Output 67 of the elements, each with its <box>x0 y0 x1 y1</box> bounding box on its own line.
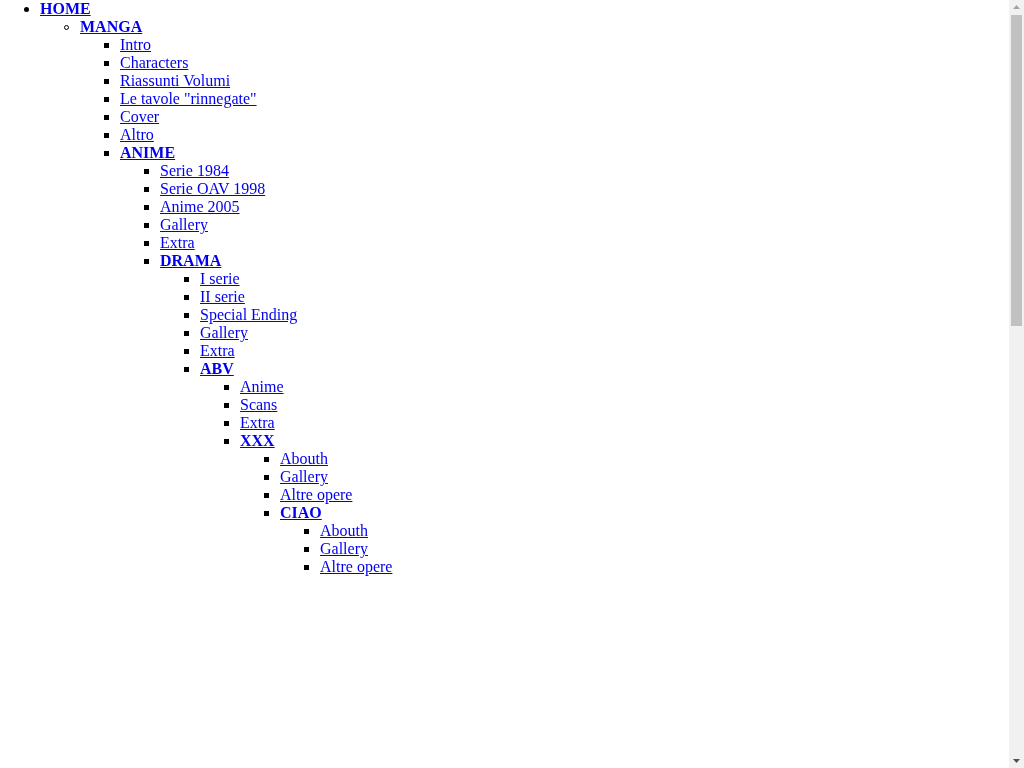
nav-link[interactable]: Extra <box>160 234 195 252</box>
square-bullet-icon <box>224 402 229 408</box>
square-bullet-icon <box>184 366 189 372</box>
nav-link[interactable]: CIAO <box>280 504 322 522</box>
square-bullet-icon <box>264 474 269 480</box>
square-bullet-icon <box>264 510 269 516</box>
nav-link[interactable]: Gallery <box>200 324 248 342</box>
square-bullet-icon <box>224 420 229 426</box>
nav-link[interactable]: Altre opere <box>320 558 393 576</box>
square-bullet-icon <box>144 186 149 192</box>
nav-link[interactable]: Gallery <box>280 468 328 486</box>
nav-link[interactable]: Scans <box>240 396 278 414</box>
scroll-up-icon[interactable] <box>1013 5 1020 9</box>
nav-link[interactable]: XXX <box>240 432 275 450</box>
nav-link[interactable]: Cover <box>120 108 160 126</box>
nav-link[interactable]: Extra <box>200 342 235 360</box>
nav-link[interactable]: II serie <box>200 288 245 306</box>
square-bullet-icon <box>184 276 189 282</box>
nav-link[interactable]: Characters <box>120 54 189 72</box>
square-bullet-icon <box>104 60 109 66</box>
square-bullet-icon <box>104 132 109 138</box>
nav-link[interactable]: Gallery <box>320 540 368 558</box>
square-bullet-icon <box>304 546 309 552</box>
square-bullet-icon <box>184 348 189 354</box>
square-bullet-icon <box>264 492 269 498</box>
square-bullet-icon <box>144 240 149 246</box>
nav-link[interactable]: Le tavole "rinnegate" <box>120 90 257 108</box>
square-bullet-icon <box>144 204 149 210</box>
nav-link[interactable]: DRAMA <box>160 252 222 270</box>
square-bullet-icon <box>144 258 149 264</box>
square-bullet-icon <box>104 78 109 84</box>
nav-link[interactable]: Serie OAV 1998 <box>160 180 266 198</box>
square-bullet-icon <box>304 564 309 570</box>
square-bullet-icon <box>224 384 229 390</box>
nav-link[interactable]: Riassunti Volumi <box>120 72 231 90</box>
nav-link[interactable]: Abouth <box>280 450 328 468</box>
nav-link[interactable]: Abouth <box>320 522 368 540</box>
dot-bullet-icon <box>24 6 29 12</box>
nav-link[interactable]: Anime 2005 <box>160 198 240 216</box>
nav-link[interactable]: Gallery <box>160 216 208 234</box>
square-bullet-icon <box>144 222 149 228</box>
square-bullet-icon <box>184 312 189 318</box>
square-bullet-icon <box>224 438 229 444</box>
nav-link[interactable]: Altro <box>120 126 154 144</box>
nav-link[interactable]: Extra <box>240 414 275 432</box>
nav-link[interactable]: Anime <box>240 378 284 396</box>
square-bullet-icon <box>144 168 149 174</box>
square-bullet-icon <box>104 150 109 156</box>
nav-link[interactable]: Altre opere <box>280 486 353 504</box>
nav-link[interactable]: ABV <box>200 360 234 378</box>
square-bullet-icon <box>264 456 269 462</box>
nav-link[interactable]: ANIME <box>120 144 176 162</box>
scrollbar-thumb[interactable] <box>1011 15 1022 326</box>
nav-link[interactable]: Intro <box>120 36 152 54</box>
scrollbar[interactable] <box>1009 0 1024 768</box>
nav-link[interactable]: Serie 1984 <box>160 162 229 180</box>
square-bullet-icon <box>104 96 109 102</box>
nav-link[interactable]: I serie <box>200 270 240 288</box>
nav-link[interactable]: Special Ending <box>200 306 298 324</box>
square-bullet-icon <box>304 528 309 534</box>
square-bullet-icon <box>184 294 189 300</box>
square-bullet-icon <box>184 330 189 336</box>
square-bullet-icon <box>104 42 109 48</box>
nav-link[interactable]: HOME <box>40 0 91 18</box>
scroll-down-icon[interactable] <box>1013 759 1020 763</box>
nav-link[interactable]: MANGA <box>80 18 143 36</box>
square-bullet-icon <box>104 114 109 120</box>
